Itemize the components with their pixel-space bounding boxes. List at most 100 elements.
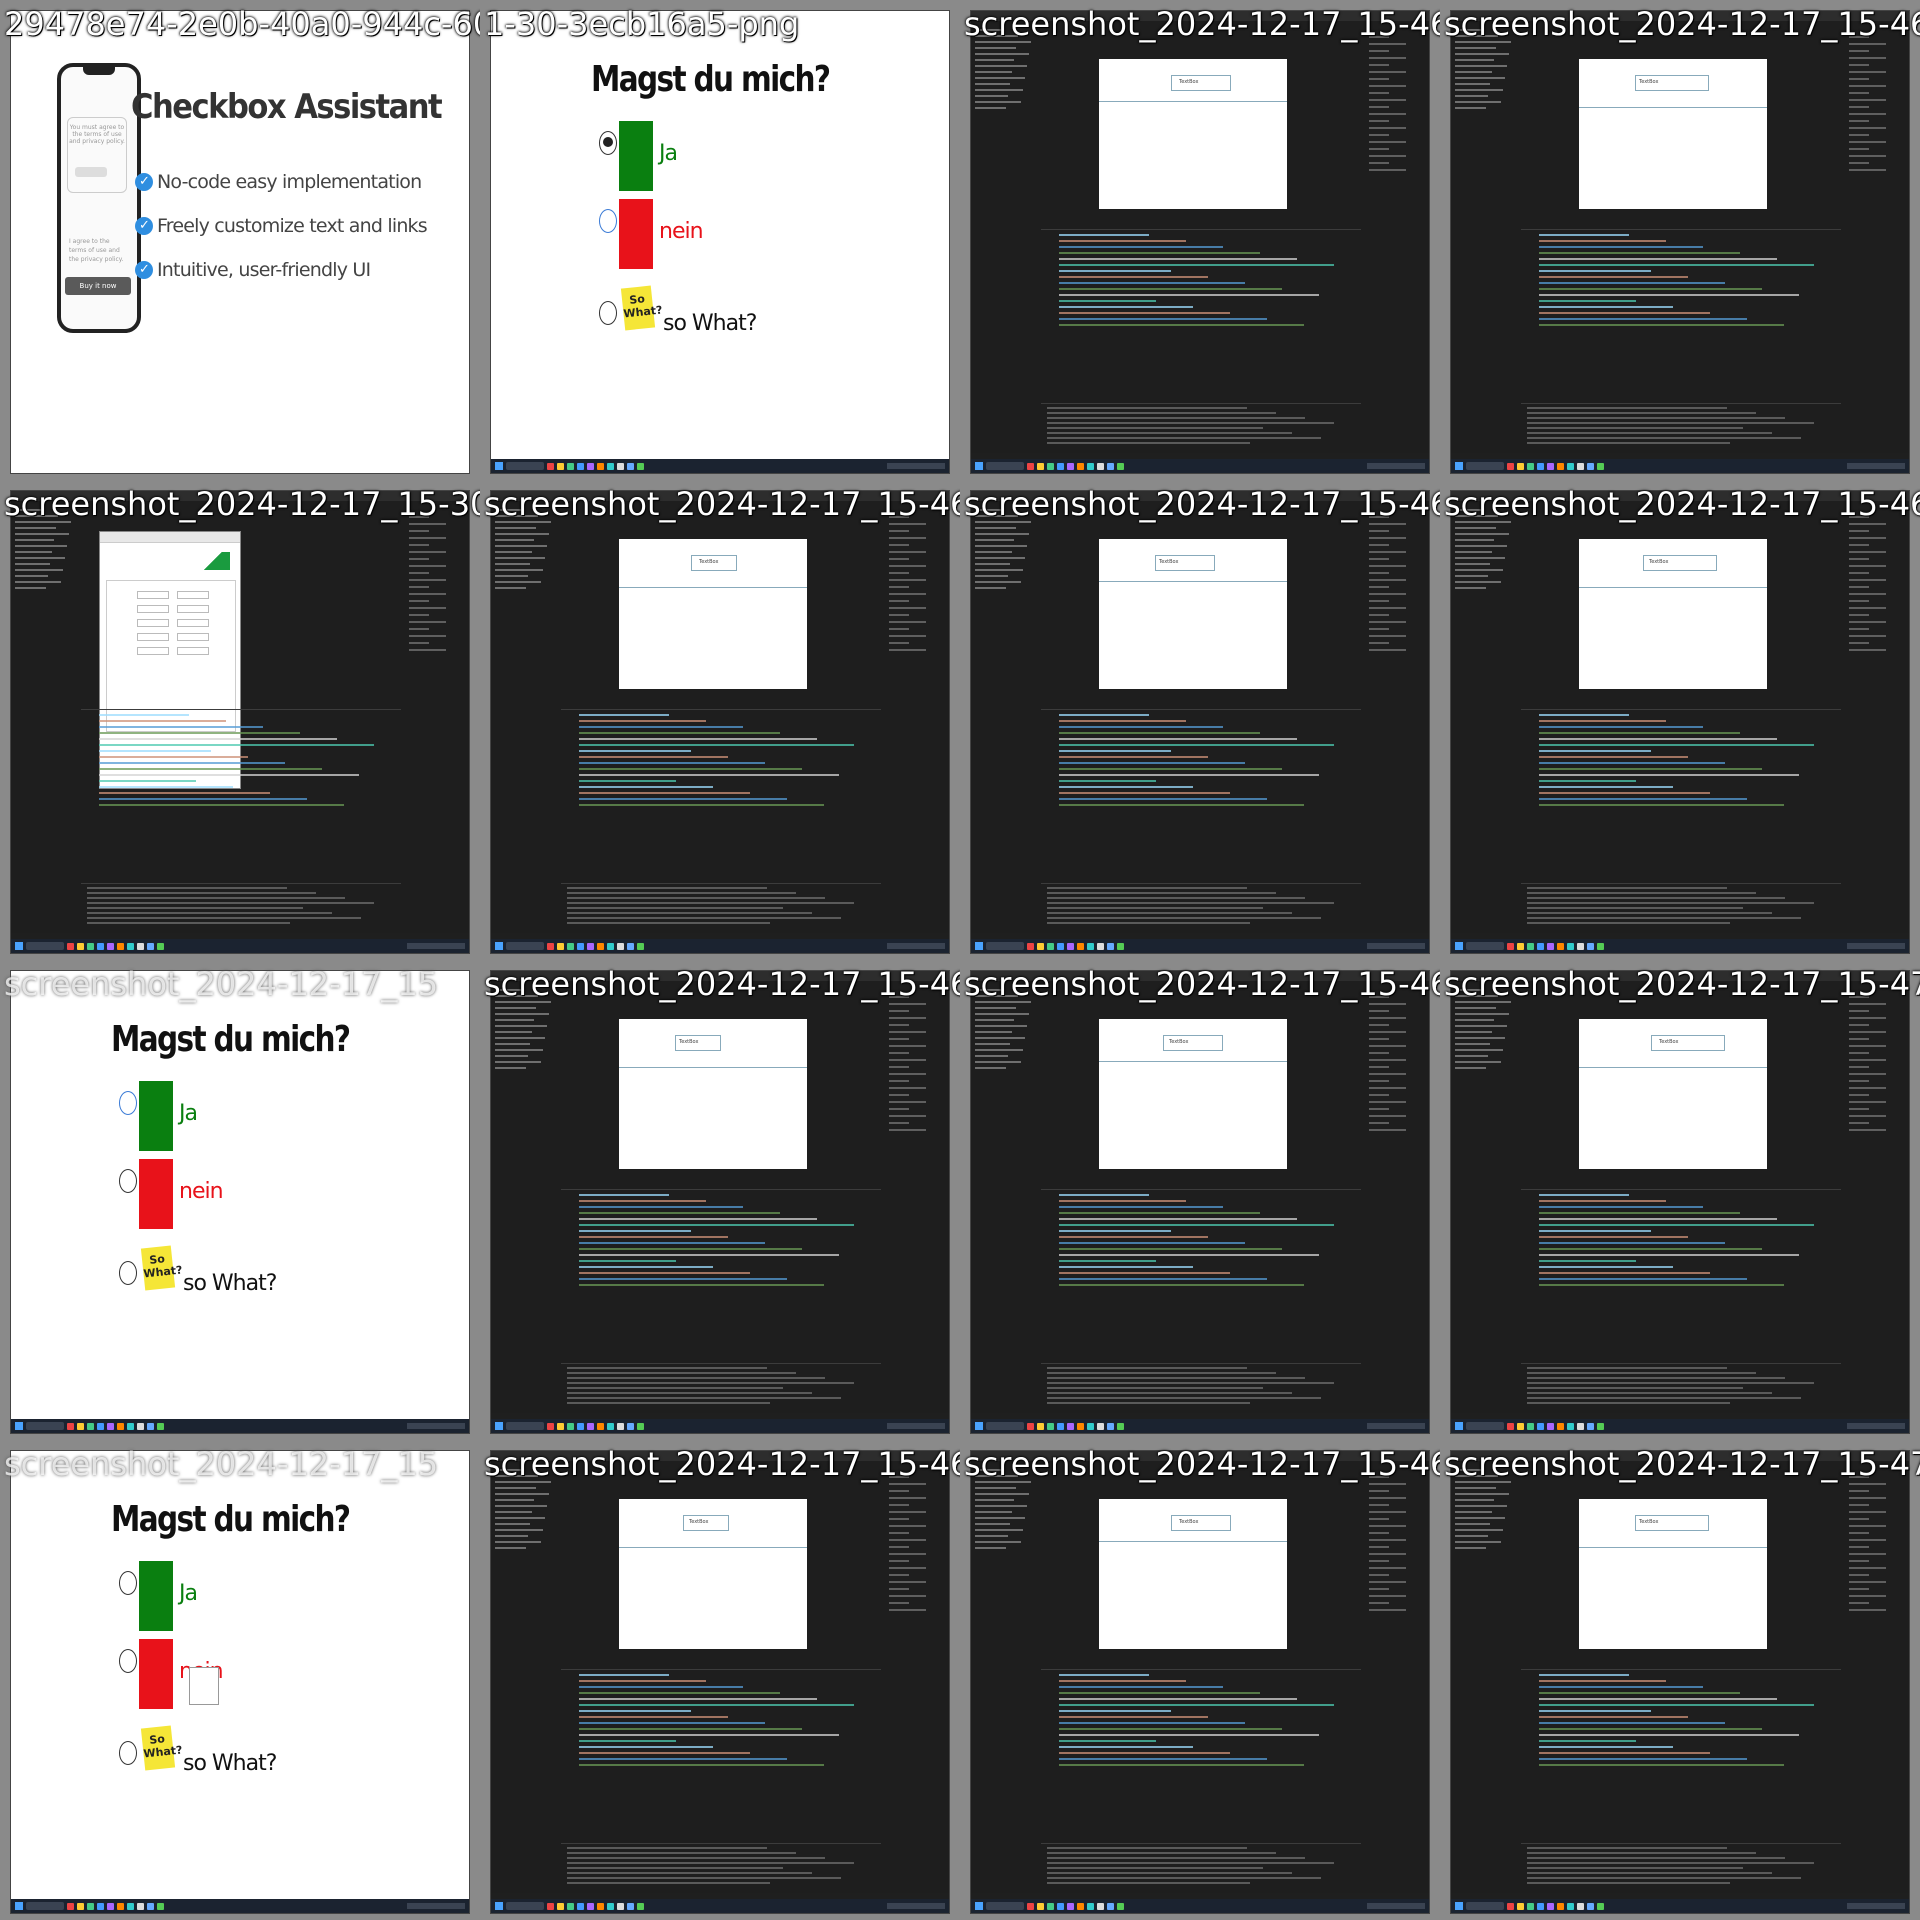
app-icon[interactable] [597,1902,604,1910]
taskbar-search[interactable] [1466,942,1504,950]
app-icon[interactable] [1037,462,1044,470]
output-panel[interactable] [561,1363,881,1414]
xaml-editor[interactable] [81,709,401,880]
app-icon[interactable] [597,1422,604,1430]
app-icon[interactable] [137,1902,144,1910]
output-panel[interactable] [1521,403,1841,454]
system-tray[interactable] [1367,1423,1425,1429]
start-icon[interactable] [495,1422,503,1430]
app-icon[interactable] [77,942,84,950]
radio-option-3[interactable] [599,301,617,325]
app-icon[interactable] [1567,1902,1574,1910]
app-icon[interactable] [587,1902,594,1910]
app-icon[interactable] [1027,462,1034,470]
app-icon[interactable] [117,942,124,950]
taskbar-search[interactable] [986,1422,1024,1430]
radio-option-2[interactable] [599,209,617,233]
screenshot-tile[interactable]: TextBoxscreenshot_2024-12-17_15-47-00.pn… [1440,960,1920,1440]
app-icon[interactable] [1067,1902,1074,1910]
app-icon[interactable] [627,462,634,470]
app-icon[interactable] [1057,1422,1064,1430]
properties-panel[interactable] [1369,991,1425,1271]
design-canvas[interactable]: TextBox [1099,539,1287,689]
screenshot-tile[interactable]: TextBoxscreenshot_2024-12-17_15-46-42.pn… [960,1440,1440,1920]
app-icon[interactable] [587,942,594,950]
menu-bar[interactable] [1451,971,1909,981]
app-icon[interactable] [1537,462,1544,470]
app-icon[interactable] [1037,1902,1044,1910]
form-field[interactable] [137,647,169,655]
solution-explorer[interactable] [495,1465,555,1665]
taskbar-search[interactable] [1466,1422,1504,1430]
menu-bar[interactable] [1451,491,1909,501]
menu-bar[interactable] [971,11,1429,21]
screenshot-tile[interactable]: TextBoxscreenshot_2024-12-17_15-46-32.pn… [480,1440,960,1920]
taskbar-search[interactable] [506,1902,544,1910]
app-icon[interactable] [107,1422,114,1430]
taskbar-search[interactable] [506,942,544,950]
app-icon[interactable] [1507,942,1514,950]
solution-explorer[interactable] [495,985,555,1185]
output-panel[interactable] [1041,403,1361,454]
properties-panel[interactable] [889,511,945,791]
app-icon[interactable] [1537,1422,1544,1430]
start-icon[interactable] [975,942,983,950]
form-field[interactable] [177,647,209,655]
app-icon[interactable] [1097,942,1104,950]
screenshot-tile[interactable]: TextBoxscreenshot_2024-12-17_15-46-30.pn… [960,960,1440,1440]
app-icon[interactable] [1557,1902,1564,1910]
app-icon[interactable] [1517,1422,1524,1430]
app-icon[interactable] [1117,462,1124,470]
app-icon[interactable] [1037,1422,1044,1430]
form-field[interactable] [177,605,209,613]
app-icon[interactable] [1067,1422,1074,1430]
app-icon[interactable] [1047,1422,1054,1430]
solution-explorer[interactable] [975,505,1035,705]
app-icon[interactable] [67,942,74,950]
app-icon[interactable] [617,462,624,470]
form-field[interactable] [137,591,169,599]
solution-explorer[interactable] [1455,25,1515,225]
solution-explorer[interactable] [1455,985,1515,1185]
menu-bar[interactable] [1451,1451,1909,1461]
app-icon[interactable] [1077,942,1084,950]
app-icon[interactable] [107,942,114,950]
app-icon[interactable] [1587,942,1594,950]
app-icon[interactable] [547,1422,554,1430]
radio-option-3[interactable] [119,1261,137,1285]
app-icon[interactable] [1047,942,1054,950]
app-icon[interactable] [1027,1422,1034,1430]
app-icon[interactable] [97,1422,104,1430]
app-icon[interactable] [1117,1422,1124,1430]
xaml-editor[interactable] [1041,1189,1361,1360]
properties-panel[interactable] [1849,31,1905,311]
screenshot-tile[interactable]: You must agree to the terms of use and p… [0,0,480,480]
app-icon[interactable] [557,1422,564,1430]
app-icon[interactable] [637,1422,644,1430]
system-tray[interactable] [1847,463,1905,469]
app-icon[interactable] [1097,1902,1104,1910]
radio-option-1[interactable] [119,1091,137,1115]
app-icon[interactable] [157,1422,164,1430]
app-icon[interactable] [1047,462,1054,470]
app-icon[interactable] [87,1422,94,1430]
app-icon[interactable] [137,1422,144,1430]
design-canvas[interactable]: TextBox [619,539,807,689]
screenshot-tile[interactable]: TextBoxscreenshot_2024-12-17_15-46-53.pn… [1440,0,1920,480]
app-icon[interactable] [127,1902,134,1910]
output-panel[interactable] [81,883,401,934]
properties-panel[interactable] [1369,1471,1425,1751]
properties-panel[interactable] [889,1471,945,1751]
menu-bar[interactable] [971,971,1429,981]
form-field[interactable] [137,619,169,627]
app-icon[interactable] [1537,1902,1544,1910]
solution-explorer[interactable] [975,25,1035,225]
output-panel[interactable] [1041,1363,1361,1414]
app-icon[interactable] [547,1902,554,1910]
start-icon[interactable] [15,1422,23,1430]
taskbar-search[interactable] [986,942,1024,950]
menu-bar[interactable] [971,491,1429,501]
screenshot-tile[interactable]: TextBoxscreenshot_2024-12-17_15-46-36.pn… [480,480,960,960]
app-icon[interactable] [1557,462,1564,470]
app-icon[interactable] [127,942,134,950]
